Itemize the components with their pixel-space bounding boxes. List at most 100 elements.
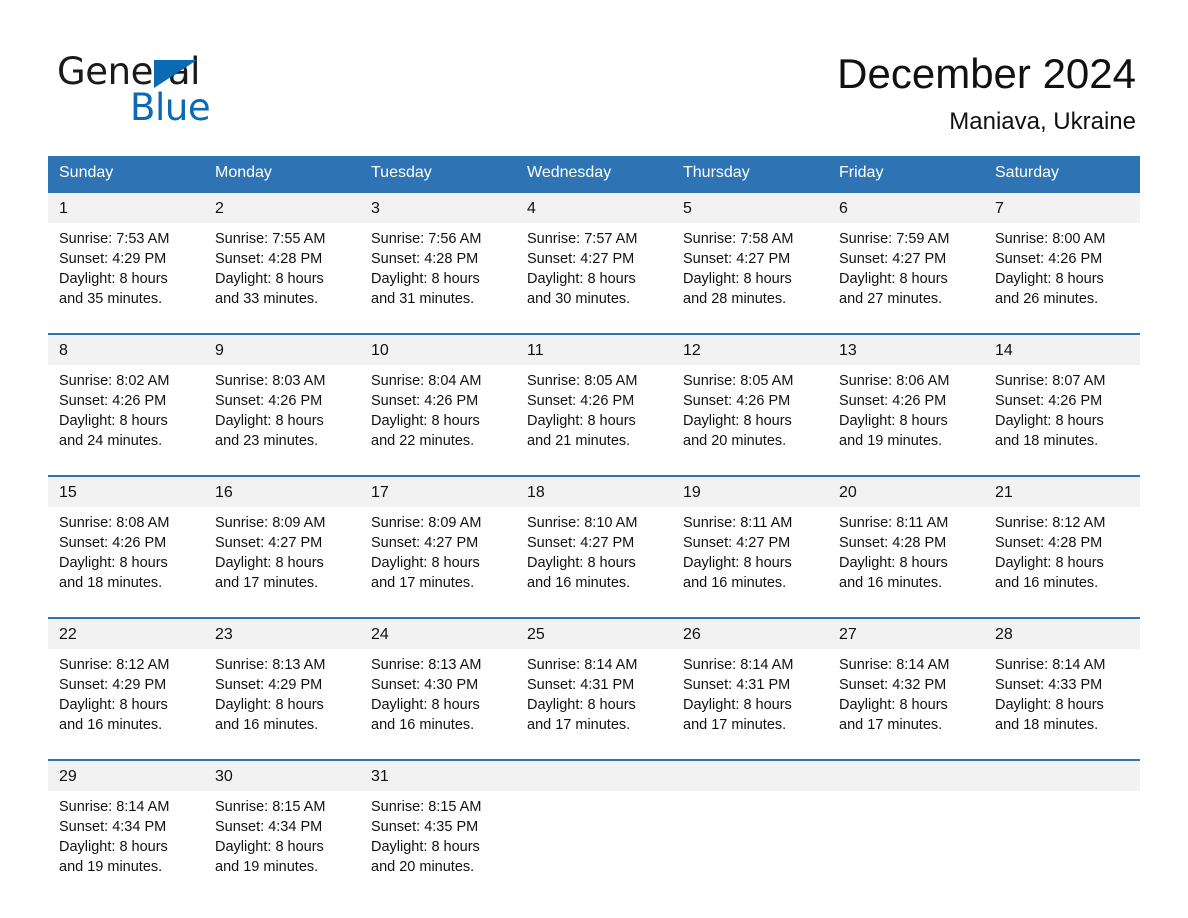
day-cell[interactable]: Sunrise: 8:07 AM Sunset: 4:26 PM Daylight:… xyxy=(984,365,1140,461)
week-separator-cell xyxy=(48,745,1140,760)
day-number[interactable]: 4 xyxy=(516,191,672,223)
day-daylight1-text: Daylight: 8 hours xyxy=(59,271,168,287)
day-daylight1-text: Daylight: 8 hours xyxy=(995,555,1104,571)
day-cell[interactable]: Sunrise: 8:11 AM Sunset: 4:27 PM Daylight:… xyxy=(672,507,828,603)
day-number[interactable]: 31 xyxy=(360,759,516,791)
day-cell[interactable]: Sunrise: 8:05 AM Sunset: 4:26 PM Daylight:… xyxy=(672,365,828,461)
week-daynumber-row: 8 9 10 11 12 13 14 xyxy=(48,333,1140,365)
day-number[interactable]: 7 xyxy=(984,191,1140,223)
week-daynumber-row: 15 16 17 18 19 20 21 xyxy=(48,475,1140,507)
day-cell[interactable]: Sunrise: 8:14 AM Sunset: 4:34 PM Daylight:… xyxy=(48,791,204,887)
day-cell[interactable]: Sunrise: 8:12 AM Sunset: 4:29 PM Daylight:… xyxy=(48,649,204,745)
day-daylight1-text: Daylight: 8 hours xyxy=(371,413,480,429)
day-number[interactable]: 13 xyxy=(828,333,984,365)
day-number[interactable]: 16 xyxy=(204,475,360,507)
day-number[interactable]: 3 xyxy=(360,191,516,223)
day-cell[interactable]: Sunrise: 7:56 AM Sunset: 4:28 PM Daylight:… xyxy=(360,223,516,319)
day-daylight1-text: Daylight: 8 hours xyxy=(215,413,324,429)
day-cell-empty xyxy=(984,791,1140,887)
week-detail-row: Sunrise: 7:53 AM Sunset: 4:29 PM Daylight:… xyxy=(48,223,1140,319)
day-cell[interactable]: Sunrise: 8:12 AM Sunset: 4:28 PM Daylight:… xyxy=(984,507,1140,603)
day-daylight1-text: Daylight: 8 hours xyxy=(839,697,948,713)
day-daylight2-text: and 26 minutes. xyxy=(995,291,1099,307)
day-daylight2-text: and 17 minutes. xyxy=(683,717,787,733)
day-number[interactable]: 12 xyxy=(672,333,828,365)
day-number[interactable]: 27 xyxy=(828,617,984,649)
day-cell[interactable]: Sunrise: 7:59 AM Sunset: 4:27 PM Daylight:… xyxy=(828,223,984,319)
day-daylight2-text: and 17 minutes. xyxy=(371,575,475,591)
day-sunset-text: Sunset: 4:26 PM xyxy=(839,393,947,409)
day-number[interactable]: 30 xyxy=(204,759,360,791)
week-separator-cell xyxy=(48,461,1140,476)
day-cell[interactable]: Sunrise: 8:04 AM Sunset: 4:26 PM Daylight:… xyxy=(360,365,516,461)
day-number[interactable]: 26 xyxy=(672,617,828,649)
day-cell[interactable]: Sunrise: 8:08 AM Sunset: 4:26 PM Daylight:… xyxy=(48,507,204,603)
day-daylight1-text: Daylight: 8 hours xyxy=(59,413,168,429)
day-number[interactable]: 10 xyxy=(360,333,516,365)
day-number[interactable]: 9 xyxy=(204,333,360,365)
day-cell[interactable]: Sunrise: 8:11 AM Sunset: 4:28 PM Daylight:… xyxy=(828,507,984,603)
location-subtitle: Maniava, Ukraine xyxy=(949,108,1136,135)
week-separator xyxy=(48,603,1140,618)
day-number[interactable]: 19 xyxy=(672,475,828,507)
day-daylight1-text: Daylight: 8 hours xyxy=(995,271,1104,287)
day-daylight2-text: and 31 minutes. xyxy=(371,291,475,307)
day-cell[interactable]: Sunrise: 8:13 AM Sunset: 4:29 PM Daylight:… xyxy=(204,649,360,745)
day-number[interactable]: 20 xyxy=(828,475,984,507)
day-daylight2-text: and 21 minutes. xyxy=(527,433,631,449)
day-number[interactable]: 21 xyxy=(984,475,1140,507)
day-number[interactable]: 14 xyxy=(984,333,1140,365)
day-cell[interactable]: Sunrise: 8:02 AM Sunset: 4:26 PM Daylight:… xyxy=(48,365,204,461)
day-cell[interactable]: Sunrise: 8:05 AM Sunset: 4:26 PM Daylight:… xyxy=(516,365,672,461)
day-number[interactable]: 18 xyxy=(516,475,672,507)
day-number[interactable]: 6 xyxy=(828,191,984,223)
day-daylight1-text: Daylight: 8 hours xyxy=(371,555,480,571)
day-sunset-text: Sunset: 4:27 PM xyxy=(527,251,635,267)
day-cell[interactable]: Sunrise: 8:09 AM Sunset: 4:27 PM Daylight:… xyxy=(204,507,360,603)
day-sunset-text: Sunset: 4:26 PM xyxy=(371,393,479,409)
day-number[interactable]: 22 xyxy=(48,617,204,649)
day-daylight1-text: Daylight: 8 hours xyxy=(527,697,636,713)
day-sunset-text: Sunset: 4:27 PM xyxy=(371,535,479,551)
day-sunset-text: Sunset: 4:26 PM xyxy=(59,393,167,409)
day-cell[interactable]: Sunrise: 8:14 AM Sunset: 4:33 PM Daylight:… xyxy=(984,649,1140,745)
day-number[interactable]: 23 xyxy=(204,617,360,649)
day-cell[interactable]: Sunrise: 7:57 AM Sunset: 4:27 PM Daylight:… xyxy=(516,223,672,319)
day-cell[interactable]: Sunrise: 7:55 AM Sunset: 4:28 PM Daylight:… xyxy=(204,223,360,319)
day-cell[interactable]: Sunrise: 8:14 AM Sunset: 4:32 PM Daylight:… xyxy=(828,649,984,745)
day-cell[interactable]: Sunrise: 8:15 AM Sunset: 4:34 PM Daylight:… xyxy=(204,791,360,887)
day-daylight1-text: Daylight: 8 hours xyxy=(527,555,636,571)
day-number[interactable]: 1 xyxy=(48,191,204,223)
day-number[interactable]: 11 xyxy=(516,333,672,365)
day-number[interactable]: 25 xyxy=(516,617,672,649)
day-cell[interactable]: Sunrise: 8:14 AM Sunset: 4:31 PM Daylight:… xyxy=(516,649,672,745)
day-number[interactable]: 15 xyxy=(48,475,204,507)
day-number[interactable]: 8 xyxy=(48,333,204,365)
day-number[interactable]: 5 xyxy=(672,191,828,223)
day-cell[interactable]: Sunrise: 8:10 AM Sunset: 4:27 PM Daylight:… xyxy=(516,507,672,603)
day-cell[interactable]: Sunrise: 8:03 AM Sunset: 4:26 PM Daylight:… xyxy=(204,365,360,461)
day-sunrise-text: Sunrise: 8:11 AM xyxy=(839,515,949,531)
day-cell[interactable]: Sunrise: 8:09 AM Sunset: 4:27 PM Daylight:… xyxy=(360,507,516,603)
week-daynumber-row: 22 23 24 25 26 27 28 xyxy=(48,617,1140,649)
generalblue-logo: General Blue xyxy=(57,52,357,132)
day-number[interactable]: 28 xyxy=(984,617,1140,649)
day-number[interactable]: 24 xyxy=(360,617,516,649)
day-cell[interactable]: Sunrise: 7:53 AM Sunset: 4:29 PM Daylight:… xyxy=(48,223,204,319)
day-cell[interactable]: Sunrise: 7:58 AM Sunset: 4:27 PM Daylight:… xyxy=(672,223,828,319)
day-sunset-text: Sunset: 4:28 PM xyxy=(371,251,479,267)
day-sunset-text: Sunset: 4:28 PM xyxy=(215,251,323,267)
day-sunrise-text: Sunrise: 8:10 AM xyxy=(527,515,638,531)
day-number[interactable]: 2 xyxy=(204,191,360,223)
day-sunset-text: Sunset: 4:27 PM xyxy=(683,251,791,267)
day-cell[interactable]: Sunrise: 8:14 AM Sunset: 4:31 PM Daylight:… xyxy=(672,649,828,745)
day-number[interactable]: 29 xyxy=(48,759,204,791)
week-detail-row: Sunrise: 8:14 AM Sunset: 4:34 PM Daylight:… xyxy=(48,791,1140,887)
day-cell-empty xyxy=(516,791,672,887)
day-number[interactable]: 17 xyxy=(360,475,516,507)
day-cell[interactable]: Sunrise: 8:15 AM Sunset: 4:35 PM Daylight:… xyxy=(360,791,516,887)
day-cell[interactable]: Sunrise: 8:13 AM Sunset: 4:30 PM Daylight:… xyxy=(360,649,516,745)
day-cell[interactable]: Sunrise: 8:00 AM Sunset: 4:26 PM Daylight:… xyxy=(984,223,1140,319)
day-sunrise-text: Sunrise: 8:14 AM xyxy=(839,657,950,673)
day-cell[interactable]: Sunrise: 8:06 AM Sunset: 4:26 PM Daylight:… xyxy=(828,365,984,461)
